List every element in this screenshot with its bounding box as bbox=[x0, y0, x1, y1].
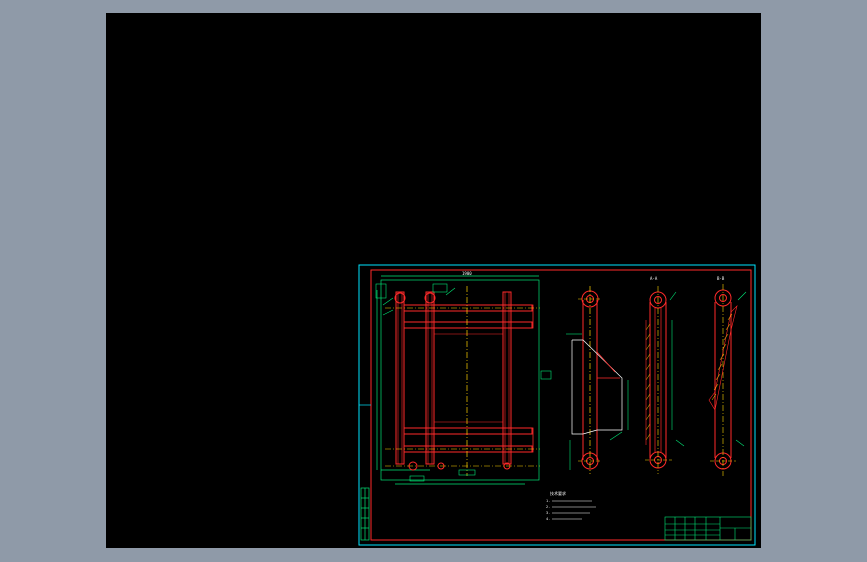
top-dimension: 1900 bbox=[462, 271, 472, 276]
section-c-view: B-B bbox=[708, 276, 747, 476]
section-c-label: B-B bbox=[717, 276, 725, 281]
notes-line-4: 4. bbox=[546, 517, 550, 521]
binding-strip bbox=[360, 487, 370, 541]
notes-line-3: 3. bbox=[546, 511, 550, 515]
notes-line-2: 2. bbox=[546, 505, 550, 509]
section-b-view: A-A bbox=[645, 276, 685, 474]
section-a-view bbox=[566, 286, 629, 474]
front-view: 1900 bbox=[375, 271, 552, 485]
sheet-outer-frame bbox=[358, 264, 756, 546]
technical-notes: 技术要求 1. 2. 3. 4. bbox=[546, 490, 596, 521]
notes-line-1: 1. bbox=[546, 499, 550, 503]
section-b-label: A-A bbox=[650, 276, 658, 281]
notes-title: 技术要求 bbox=[550, 490, 566, 496]
cad-drawing: 1900 A-A B-B 技术要求 1. 2. 3. 4. bbox=[358, 264, 756, 546]
title-block bbox=[664, 516, 752, 541]
